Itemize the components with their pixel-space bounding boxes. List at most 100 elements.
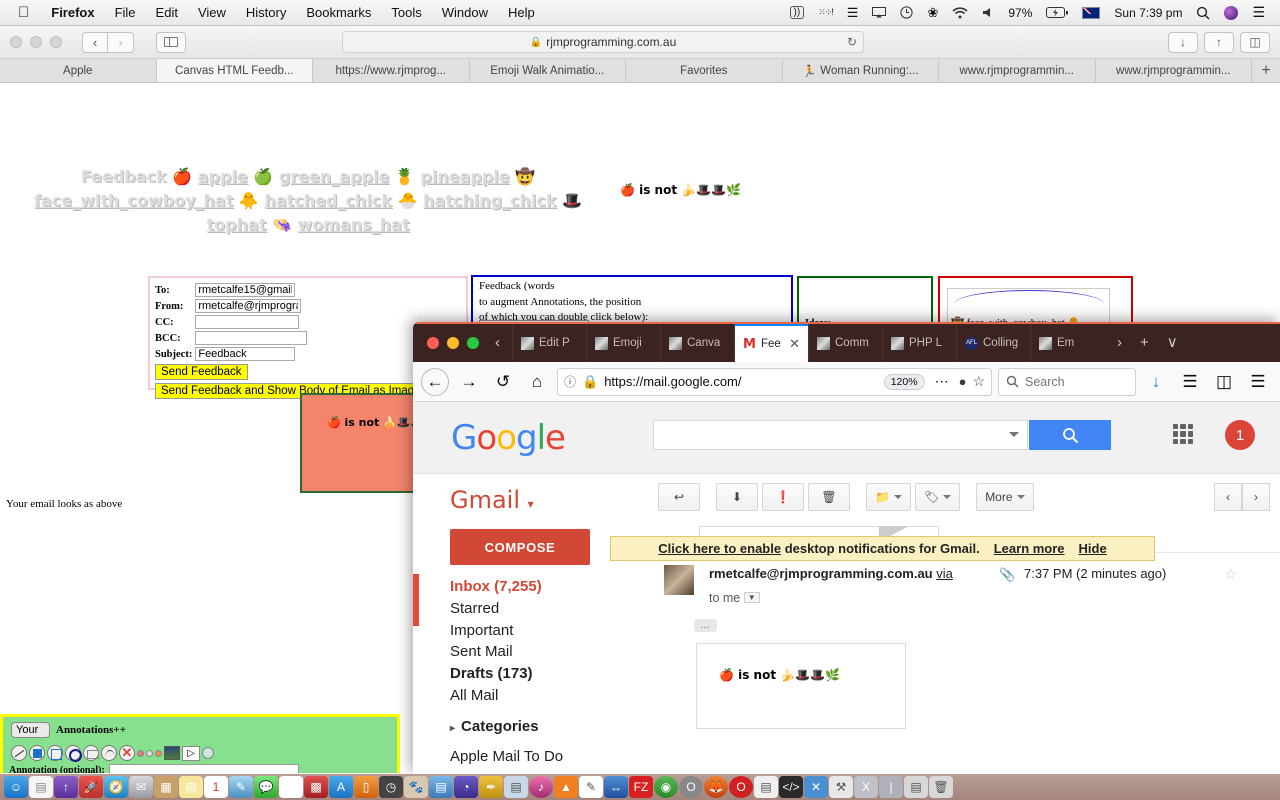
- gmail-brand[interactable]: Gmail ▾: [450, 486, 534, 514]
- firefox-tab-edit-post[interactable]: Edit P: [512, 324, 586, 362]
- safari-tab-favorites[interactable]: Favorites: [626, 59, 783, 82]
- email-from-input[interactable]: [195, 299, 302, 313]
- small-red-dot-icon[interactable]: [137, 749, 144, 757]
- back-arrow-icon[interactable]: ←: [421, 367, 449, 396]
- dock-icon-calendar[interactable]: 1: [204, 776, 228, 798]
- sidebar-item-starred[interactable]: Starred: [450, 598, 650, 620]
- home-icon[interactable]: ⌂: [523, 368, 551, 396]
- labels-button[interactable]: 🏷: [914, 483, 961, 511]
- dock-icon-photos-editor[interactable]: ✎: [229, 776, 253, 798]
- notification-hide-link[interactable]: Hide: [1079, 541, 1107, 556]
- notification-enable-link[interactable]: Click here to enable: [658, 541, 781, 556]
- zoom-level-badge[interactable]: 120%: [883, 373, 925, 390]
- scroll-tabs-left-icon[interactable]: ‹: [491, 334, 512, 362]
- message-expand-dots[interactable]: …: [694, 619, 717, 632]
- dock-icon-filezilla[interactable]: FZ: [629, 776, 653, 798]
- circle-tool-icon[interactable]: [65, 745, 82, 762]
- filled-square-tool-icon[interactable]: [29, 745, 45, 761]
- send-feedback-button[interactable]: Send Feedback: [155, 364, 248, 380]
- menu-item-view[interactable]: View: [188, 5, 236, 20]
- menu-item-file[interactable]: File: [105, 5, 146, 20]
- email-subject-input[interactable]: [195, 347, 296, 361]
- firefox-tab-emoji[interactable]: Emoji: [586, 324, 660, 362]
- headline-link-face-with-cowboy-hat[interactable]: face_with_cowboy_hat: [34, 191, 233, 210]
- dock-icon-chrome[interactable]: ◉: [654, 776, 678, 798]
- dock-icon-opera[interactable]: O: [679, 776, 703, 798]
- airplay-icon[interactable]: [865, 7, 893, 18]
- move-to-button[interactable]: 📁: [866, 483, 911, 511]
- page-info-icon[interactable]: ⓘ: [564, 373, 576, 390]
- share-icon[interactable]: ↑: [1204, 31, 1234, 53]
- dock-icon-scanner[interactable]: ▤: [504, 776, 528, 798]
- dock-icon-cleaner[interactable]: X: [854, 776, 878, 798]
- sidebar-item-all-mail[interactable]: All Mail: [450, 685, 650, 707]
- dock-icon-appstore[interactable]: A: [329, 776, 353, 798]
- sidebar-item-sent-mail[interactable]: Sent Mail: [450, 641, 650, 663]
- forward-arrow-icon[interactable]: →: [455, 368, 483, 396]
- safari-tab-rjmprogramming-3[interactable]: www.rjmprogrammin...: [1095, 59, 1252, 82]
- dock-icon-seashore[interactable]: ✒: [479, 776, 503, 798]
- dock-icon-notes[interactable]: ▤: [179, 776, 203, 798]
- firefox-traffic-lights[interactable]: [413, 337, 491, 362]
- dock-icon-code[interactable]: </>: [779, 776, 803, 798]
- firefox-tab-comments[interactable]: Comm: [808, 324, 882, 362]
- small-orange-dot-icon[interactable]: [155, 749, 162, 757]
- sidebar-icon[interactable]: ◫: [1210, 368, 1238, 396]
- chevron-down-icon[interactable]: ▾: [528, 497, 534, 511]
- compose-button[interactable]: COMPOSE: [450, 529, 590, 565]
- wifi-icon[interactable]: [945, 6, 975, 19]
- dock-icon-gimp[interactable]: 🐾: [404, 776, 428, 798]
- chevron-left-icon[interactable]: ‹: [82, 31, 108, 53]
- menu-item-edit[interactable]: Edit: [146, 5, 188, 20]
- rectangle-tool-icon[interactable]: [83, 745, 99, 761]
- firefox-search-bar[interactable]: Search: [998, 367, 1136, 396]
- timemachine-icon[interactable]: [893, 6, 920, 19]
- firefox-tab-feedback-gmail[interactable]: M Fee ✕: [734, 324, 808, 362]
- sidebar-item-categories[interactable]: Categories: [450, 716, 650, 740]
- cursor-pointer-icon[interactable]: ▷: [182, 745, 200, 761]
- email-to-input[interactable]: [195, 283, 296, 297]
- menu-item-history[interactable]: History: [236, 5, 296, 20]
- dock-icon-mahjong[interactable]: ▩: [304, 776, 328, 798]
- pocket-icon[interactable]: ●: [959, 374, 967, 389]
- menu-item-help[interactable]: Help: [498, 5, 545, 20]
- gmail-search-button[interactable]: [1029, 420, 1111, 450]
- firefox-tab-emoji-2[interactable]: Em: [1030, 324, 1104, 362]
- annotation-owner-select[interactable]: Your: [11, 722, 50, 738]
- library-icon[interactable]: ☰: [1176, 368, 1204, 396]
- message-details-toggle[interactable]: ▼: [743, 592, 760, 603]
- next-message-button[interactable]: ›: [1242, 483, 1270, 511]
- dock-icon-downloads[interactable]: ▤: [904, 776, 928, 798]
- zoom-window-button[interactable]: [50, 36, 62, 48]
- dock-icon-xcode[interactable]: ✕: [804, 776, 828, 798]
- dock-icon-messages[interactable]: 💬: [254, 776, 278, 798]
- report-spam-button[interactable]: ❗: [762, 483, 804, 511]
- headline-link-green-apple[interactable]: green_apple: [279, 167, 389, 186]
- notification-learn-more-link[interactable]: Learn more: [994, 541, 1065, 556]
- gmail-search-input[interactable]: [653, 420, 1028, 450]
- headline-link-hatched-chick[interactable]: hatched_chick: [264, 191, 392, 210]
- sidebar-item-drafts[interactable]: Drafts (173): [450, 663, 650, 685]
- dock-icon-opera2[interactable]: O: [729, 776, 753, 798]
- download-icon[interactable]: ↓: [1168, 31, 1198, 53]
- dock-icon-appstore-update[interactable]: ↑: [54, 776, 78, 798]
- apple-menu-icon[interactable]: : [8, 5, 41, 20]
- safari-tab-rjmprogramming-2[interactable]: www.rjmprogrammin...: [939, 59, 1096, 82]
- dock-icon-itunes[interactable]: ♪: [529, 776, 553, 798]
- notification-text[interactable]: Click here to enableClick here to enable…: [658, 541, 979, 556]
- back-to-inbox-button[interactable]: ↩: [658, 483, 700, 511]
- star-icon[interactable]: ☆: [972, 373, 985, 390]
- list-all-tabs-icon[interactable]: ∨: [1158, 333, 1187, 351]
- headline-link-apple[interactable]: apple: [198, 167, 248, 186]
- line-tool-icon[interactable]: [11, 745, 27, 761]
- dock-icon-acorn[interactable]: ◔: [454, 776, 478, 798]
- sidebar-item-apple-mail-to-do[interactable]: Apple Mail To Do: [450, 746, 650, 768]
- menu-item-bookmarks[interactable]: Bookmarks: [296, 5, 381, 20]
- notification-center-icon[interactable]: ☰: [1245, 4, 1272, 21]
- safari-tab-rjmprogramming[interactable]: https://www.rjmprog...: [313, 59, 470, 82]
- volume-icon[interactable]: [975, 7, 1001, 18]
- curve-tool-icon[interactable]: [101, 745, 117, 761]
- sidebar-item-inbox[interactable]: Inbox (7,255): [450, 576, 650, 598]
- siri-icon[interactable]: [1217, 5, 1245, 20]
- reload-icon[interactable]: ↺: [489, 368, 517, 396]
